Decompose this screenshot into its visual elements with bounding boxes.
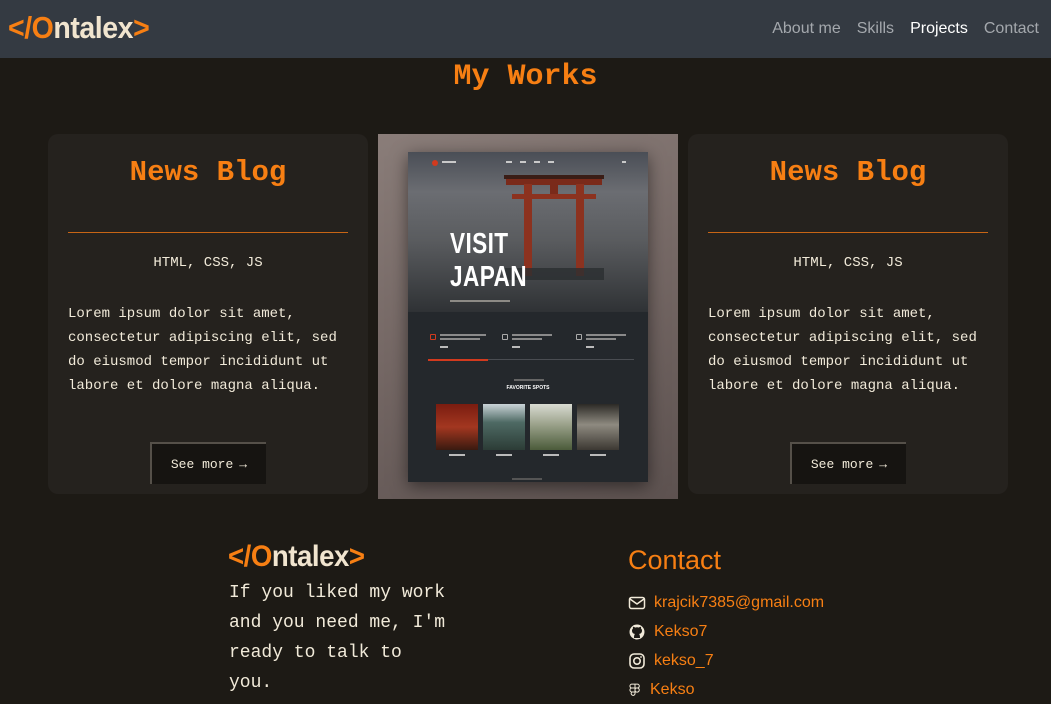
project-title: News Blog xyxy=(769,156,927,189)
github-icon xyxy=(629,624,645,640)
figma-icon xyxy=(629,683,640,696)
logo-letter-o: O xyxy=(31,10,54,45)
email-link[interactable]: krajcik7385@gmail.com xyxy=(654,594,824,612)
mockup-nav xyxy=(408,158,648,168)
mockup-hero: VISIT JAPAN xyxy=(408,152,648,312)
see-more-button[interactable]: See more → xyxy=(150,442,266,484)
mockup-logo-icon xyxy=(432,160,438,166)
envelope-icon xyxy=(628,596,646,610)
arrow-right-icon: → xyxy=(879,456,888,472)
see-more-button[interactable]: See more → xyxy=(790,442,906,484)
project-title: News Blog xyxy=(129,156,287,189)
mockup-thumb xyxy=(436,404,478,450)
project-card: News Blog HTML, CSS, JS Lorem ipsum dolo… xyxy=(48,134,368,494)
divider xyxy=(68,232,348,233)
logo-letter-o: O xyxy=(250,540,272,573)
logo-open-bracket: </ xyxy=(228,540,251,573)
footer-message: If you liked my work and you need me, I'… xyxy=(229,583,446,693)
logo-open-bracket: </ xyxy=(8,10,32,45)
project-description: Lorem ipsum dolor sit amet, consectetur … xyxy=(68,306,337,394)
mockup-features xyxy=(408,324,648,364)
brand-logo[interactable]: </Ontalex> xyxy=(8,10,150,45)
mockup-thumb xyxy=(530,404,572,450)
logo-close-bracket: > xyxy=(348,540,365,573)
project-tech: HTML, CSS, JS xyxy=(793,255,903,271)
mockup-section-heading: FAVORITE SPOTS xyxy=(506,385,550,391)
divider xyxy=(708,232,988,233)
nav-link-contact[interactable]: Contact xyxy=(984,20,1039,38)
see-more-label: See more xyxy=(170,456,234,472)
top-navbar: </Ontalex> About me Skills Projects Cont… xyxy=(0,0,1051,58)
mockup-thumb xyxy=(577,404,619,450)
logo-name: ntalex xyxy=(271,540,349,573)
project-tech: HTML, CSS, JS xyxy=(153,255,263,271)
github-link[interactable]: Kekso7 xyxy=(654,623,707,641)
instagram-icon xyxy=(629,653,645,669)
project-preview-image[interactable]: VISIT JAPAN FAVORITE SPOTS xyxy=(378,134,678,499)
website-mockup: VISIT JAPAN FAVORITE SPOTS xyxy=(408,152,648,482)
contact-item-instagram: kekso_7 xyxy=(628,651,714,671)
mockup-headline-line-1: VISIT xyxy=(450,228,509,260)
contact-item-github: Kekso7 xyxy=(628,622,707,642)
footer-logo[interactable]: </Ontalex> xyxy=(228,542,365,572)
logo-close-bracket: > xyxy=(133,10,150,45)
contact-title: Contact xyxy=(628,545,722,575)
mockup-headline: VISIT JAPAN xyxy=(450,228,527,294)
project-description: Lorem ipsum dolor sit amet, consectetur … xyxy=(708,306,977,394)
logo-name: ntalex xyxy=(53,10,134,45)
contact-item-email: krajcik7385@gmail.com xyxy=(628,593,824,613)
section-title: My Works xyxy=(453,60,598,94)
arrow-right-icon: → xyxy=(239,456,248,472)
project-card: News Blog HTML, CSS, JS Lorem ipsum dolo… xyxy=(688,134,1008,494)
mockup-thumb xyxy=(483,404,525,450)
contact-item-figma: Kekso xyxy=(628,680,694,700)
mockup-headline-line-2: JAPAN xyxy=(450,261,527,293)
nav-link-about[interactable]: About me xyxy=(772,20,840,38)
instagram-link[interactable]: kekso_7 xyxy=(654,652,714,670)
nav-link-skills[interactable]: Skills xyxy=(857,20,894,38)
figma-link[interactable]: Kekso xyxy=(650,681,694,699)
nav-links: About me Skills Projects Contact xyxy=(772,20,1039,38)
see-more-label: See more xyxy=(810,456,874,472)
nav-link-projects[interactable]: Projects xyxy=(910,20,968,38)
